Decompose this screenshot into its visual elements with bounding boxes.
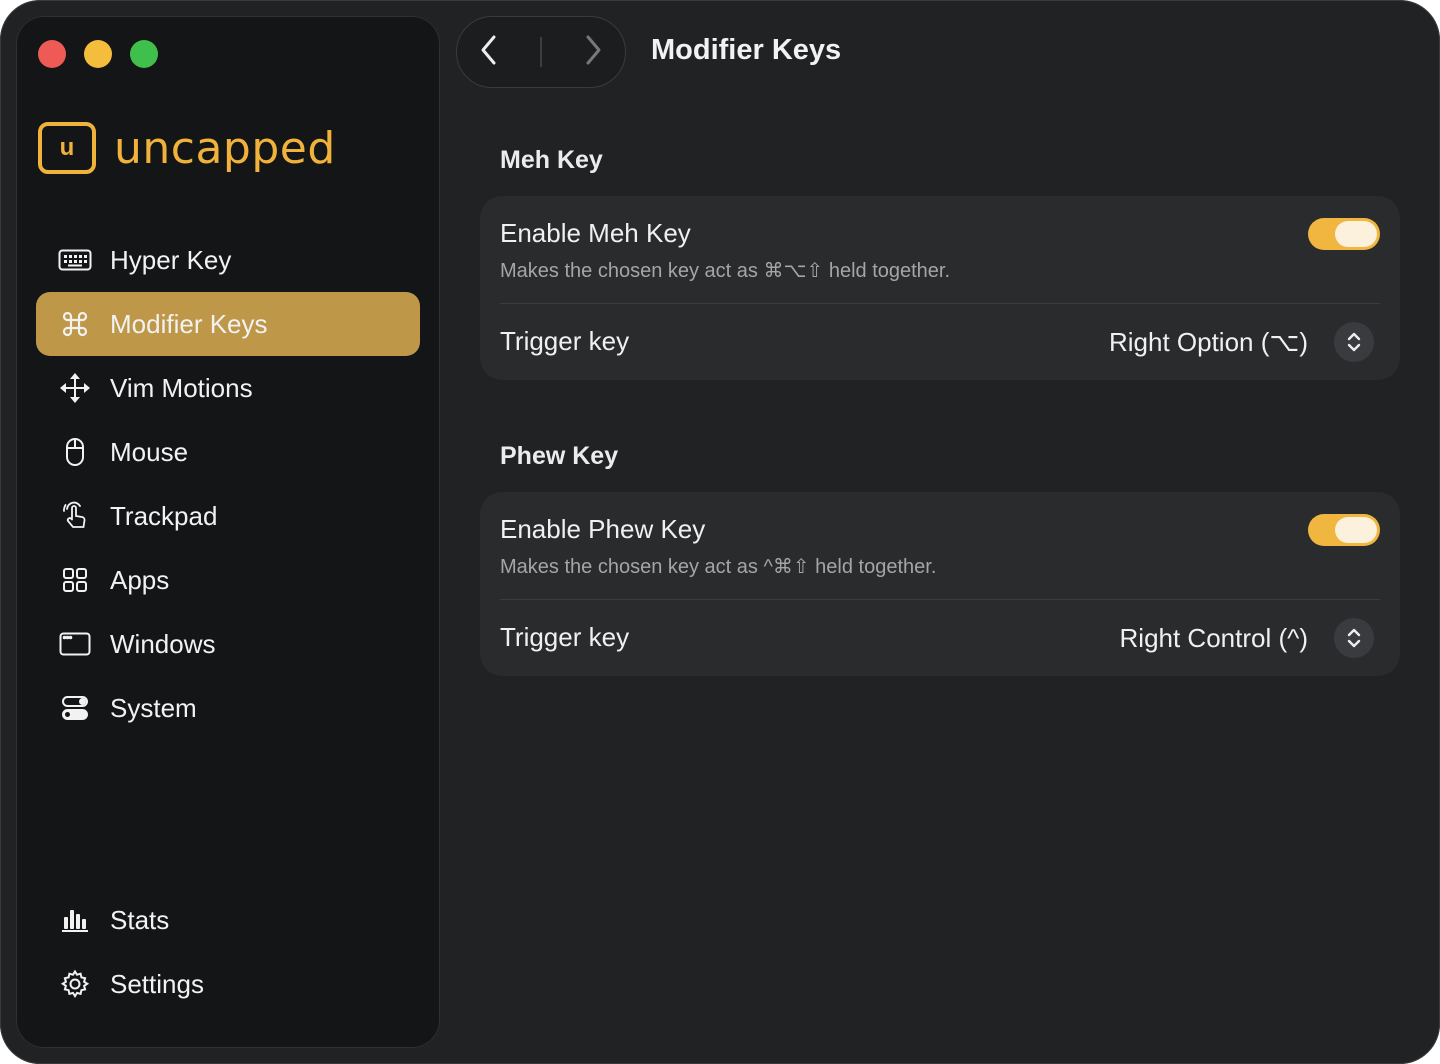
- logo-mark-icon: u: [38, 122, 96, 174]
- forward-button[interactable]: [583, 34, 603, 71]
- sidebar-item-label: System: [110, 692, 197, 723]
- enable-phew-key-toggle[interactable]: [1308, 514, 1380, 546]
- enable-meh-key-label: Enable Meh Key: [500, 218, 691, 248]
- sidebar-item-modifier-keys[interactable]: Modifier Keys: [36, 292, 420, 356]
- phew-key-description: Makes the chosen key act as ^⌘⇧ held tog…: [500, 556, 937, 578]
- window-icon: [58, 627, 92, 661]
- gear-icon: [58, 967, 92, 1001]
- sidebar-item-label: Mouse: [110, 436, 189, 467]
- command-icon: [58, 307, 92, 341]
- meh-key-card: Enable Meh Key Makes the chosen key act …: [480, 196, 1400, 380]
- chevron-up-down-icon: [1347, 332, 1361, 352]
- window-controls: [38, 40, 158, 68]
- back-button[interactable]: [479, 34, 499, 71]
- divider: [500, 303, 1380, 304]
- sidebar-nav-bottom: Stats Settings: [36, 888, 420, 1016]
- sidebar-item-label: Vim Motions: [110, 372, 253, 403]
- app-name: uncapped: [114, 122, 336, 174]
- meh-key-description: Makes the chosen key act as ⌘⌥⇧ held tog…: [500, 260, 951, 282]
- close-window-button[interactable]: [38, 40, 66, 68]
- sidebar-item-stats[interactable]: Stats: [36, 888, 420, 952]
- navigation-buttons: [456, 16, 626, 88]
- toggles-icon: [58, 691, 92, 725]
- sidebar-item-settings[interactable]: Settings: [36, 952, 420, 1016]
- chevron-up-down-icon: [1347, 628, 1361, 648]
- sidebar-item-label: Settings: [110, 968, 204, 999]
- phew-trigger-key-label: Trigger key: [500, 622, 630, 652]
- sidebar-nav: Hyper Key Modifier Keys Vim Motions Mous…: [36, 228, 420, 740]
- sidebar-item-label: Modifier Keys: [110, 308, 268, 339]
- bar-chart-icon: [58, 903, 92, 937]
- section-title-meh-key: Meh Key: [500, 146, 603, 174]
- toggle-knob: [1335, 517, 1377, 543]
- sidebar: u uncapped Hyper Key Modifier Keys Vim M…: [16, 16, 440, 1048]
- sidebar-item-label: Trackpad: [110, 500, 218, 531]
- chevron-right-icon: [586, 35, 601, 64]
- move-arrows-icon: [58, 371, 92, 405]
- sidebar-item-windows[interactable]: Windows: [36, 612, 420, 676]
- hand-pointer-icon: [58, 499, 92, 533]
- divider: [500, 599, 1380, 600]
- mouse-icon: [58, 435, 92, 469]
- page-title: Modifier Keys: [651, 34, 842, 66]
- sidebar-item-trackpad[interactable]: Trackpad: [36, 484, 420, 548]
- sidebar-item-label: Windows: [110, 628, 216, 659]
- keyboard-icon: [58, 243, 92, 277]
- sidebar-item-system[interactable]: System: [36, 676, 420, 740]
- phew-key-card: Enable Phew Key Makes the chosen key act…: [480, 492, 1400, 676]
- enable-phew-key-label: Enable Phew Key: [500, 514, 706, 544]
- sidebar-item-vim-motions[interactable]: Vim Motions: [36, 356, 420, 420]
- meh-trigger-key-label: Trigger key: [500, 326, 630, 356]
- phew-trigger-key-value[interactable]: Right Control (^): [1120, 623, 1308, 654]
- sidebar-item-label: Hyper Key: [110, 244, 232, 275]
- sidebar-item-label: Apps: [110, 564, 170, 595]
- sidebar-item-label: Stats: [110, 904, 170, 935]
- toggle-knob: [1335, 221, 1377, 247]
- section-title-phew-key: Phew Key: [500, 442, 619, 470]
- app-window: u uncapped Hyper Key Modifier Keys Vim M…: [0, 0, 1440, 1064]
- nav-separator: [540, 37, 542, 67]
- sidebar-item-mouse[interactable]: Mouse: [36, 420, 420, 484]
- sidebar-item-hyper-key[interactable]: Hyper Key: [36, 228, 420, 292]
- apps-grid-icon: [58, 563, 92, 597]
- sidebar-item-apps[interactable]: Apps: [36, 548, 420, 612]
- enable-meh-key-toggle[interactable]: [1308, 218, 1380, 250]
- app-logo: u uncapped: [38, 122, 336, 174]
- minimize-window-button[interactable]: [84, 40, 112, 68]
- phew-trigger-key-select[interactable]: [1334, 618, 1374, 658]
- meh-trigger-key-value[interactable]: Right Option (⌥): [1109, 327, 1308, 358]
- meh-trigger-key-select[interactable]: [1334, 322, 1374, 362]
- zoom-window-button[interactable]: [130, 40, 158, 68]
- chevron-left-icon: [481, 35, 496, 64]
